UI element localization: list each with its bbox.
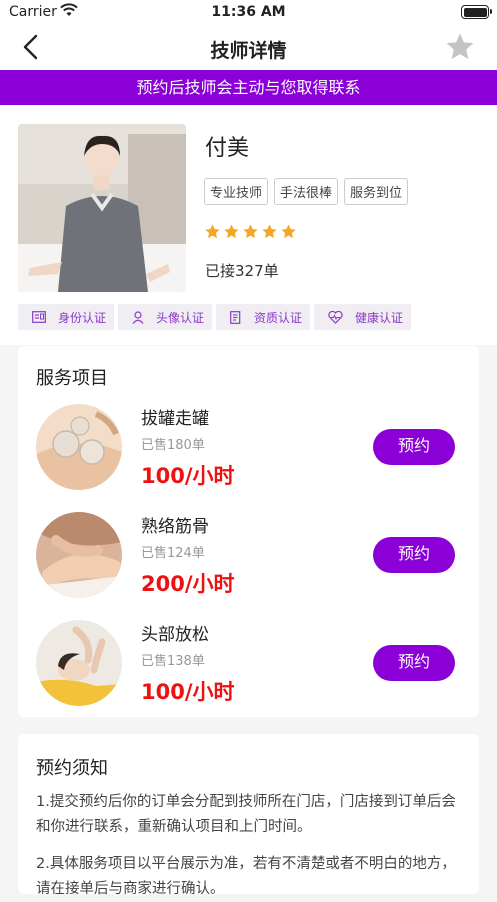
battery-icon (461, 5, 492, 19)
status-bar: Carrier 11:36 AM (0, 0, 497, 26)
service-name: 熟络筋骨 (141, 517, 209, 537)
cert-badge-qualification: 资质认证 (216, 304, 311, 330)
technician-profile: 付美 专业技师 手法很棒 服务到位 已接327单 身份认证 头像认证 资质认证 … (0, 105, 497, 345)
technician-photo (18, 124, 186, 292)
list-item: 熟络筋骨 已售124单 200/小时 预约 (18, 512, 479, 620)
cert-badge-health: 健康认证 (314, 304, 412, 330)
cert-badge-avatar: 头像认证 (118, 304, 213, 330)
clock: 11:36 AM (211, 4, 286, 20)
service-list-card: 服务项目 拔罐走罐 已售180单 100/小时 预约 熟络筋骨 已售124单 2… (18, 346, 479, 717)
tag: 服务到位 (344, 178, 409, 205)
user-icon (132, 310, 144, 324)
star-icon (205, 224, 220, 239)
service-thumbnail (36, 620, 122, 706)
cert-label: 身份认证 (58, 310, 107, 325)
service-thumbnail (36, 404, 122, 490)
list-item: 头部放松 已售138单 100/小时 预约 (18, 620, 479, 728)
notice-item: 2.具体服务项目以平台展示为准，若有不清楚或者不明白的地方，请在接单后与商家进行… (36, 856, 456, 897)
technician-tags: 专业技师 手法很棒 服务到位 (204, 178, 409, 205)
section-title: 服务项目 (36, 368, 108, 389)
cert-label: 健康认证 (355, 310, 404, 325)
book-button[interactable]: 预约 (373, 429, 455, 465)
service-sold-count: 已售138单 (141, 654, 205, 669)
heart-icon (328, 310, 343, 324)
notice-item: 1.提交预约后你的订单会分配到技师所在门店，门店接到订单后会和你进行联系，重新确… (36, 794, 456, 835)
tag: 专业技师 (204, 178, 269, 205)
cert-label: 头像认证 (156, 310, 205, 325)
service-price: 100/小时 (141, 464, 235, 488)
star-icon[interactable] (443, 30, 477, 64)
nav-bar: 技师详情 (0, 26, 497, 70)
service-name: 头部放松 (141, 625, 209, 645)
certification-list: 身份认证 头像认证 资质认证 健康认证 (18, 304, 412, 330)
star-icon (243, 224, 258, 239)
order-count: 已接327单 (205, 262, 279, 280)
service-name: 拔罐走罐 (141, 409, 209, 429)
book-button[interactable]: 预约 (373, 537, 455, 573)
rating-stars (204, 223, 297, 240)
cert-badge-identity: 身份认证 (18, 304, 115, 330)
service-sold-count: 已售124单 (141, 546, 205, 561)
cert-label: 资质认证 (254, 310, 303, 325)
booking-notice-card: 预约须知 1.提交预约后你的订单会分配到技师所在门店，门店接到订单后会和你进行联… (18, 734, 479, 897)
technician-name: 付美 (205, 136, 250, 161)
service-price: 200/小时 (141, 572, 235, 596)
service-sold-count: 已售180单 (141, 438, 205, 453)
list-item: 拔罐走罐 已售180单 100/小时 预约 (18, 404, 479, 512)
section-title: 预约须知 (36, 758, 108, 779)
star-icon (262, 224, 277, 239)
service-thumbnail (36, 512, 122, 598)
service-price: 100/小时 (141, 680, 235, 704)
star-icon (281, 224, 296, 239)
book-button[interactable]: 预约 (373, 645, 455, 681)
contact-notice-banner: 预约后技师会主动与您取得联系 (0, 70, 497, 105)
document-icon (230, 310, 241, 324)
tag: 手法很棒 (274, 178, 339, 205)
page-title: 技师详情 (210, 40, 287, 62)
star-icon (224, 224, 239, 239)
id-card-icon (32, 311, 46, 323)
